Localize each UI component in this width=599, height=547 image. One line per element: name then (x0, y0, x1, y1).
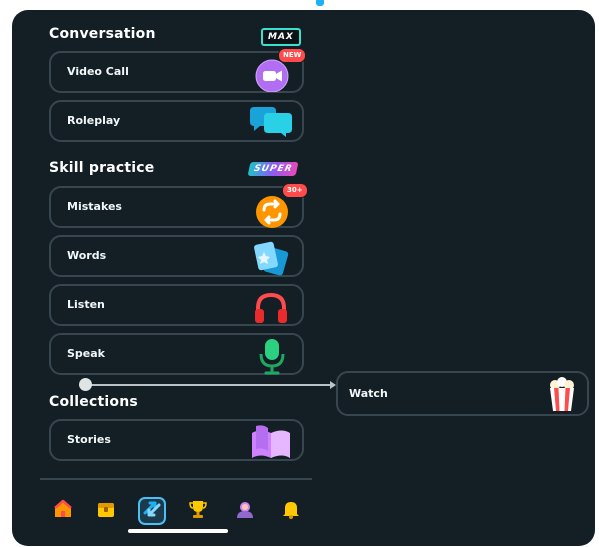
practice-hub-panel: Conversation MAX Video Call NEW Roleplay… (12, 10, 595, 546)
watch-card[interactable]: Watch (336, 371, 589, 416)
speak-card[interactable]: Speak (49, 333, 304, 375)
new-tag: NEW (278, 48, 307, 63)
chat-bubbles-icon (248, 106, 294, 142)
super-badge: SUPER (247, 162, 299, 176)
open-book-icon (248, 423, 294, 465)
trophy-icon (188, 499, 208, 523)
max-badge: MAX (261, 28, 301, 46)
connector-dot (79, 378, 92, 391)
home-icon (53, 499, 73, 523)
section-title: Conversation (49, 26, 156, 42)
stories-card[interactable]: Stories (49, 419, 304, 461)
connector-line (85, 384, 333, 386)
card-label: Watch (349, 387, 388, 400)
roleplay-card[interactable]: Roleplay (49, 100, 304, 142)
home-indicator (128, 529, 228, 533)
nav-divider (40, 478, 312, 480)
section-title: Collections (49, 394, 138, 410)
headphones-icon (252, 289, 290, 331)
collections-header: Collections (49, 390, 138, 414)
count-tag: 30+ (282, 183, 308, 198)
card-label: Listen (67, 298, 105, 311)
card-label: Roleplay (67, 114, 121, 127)
nav-notifications[interactable] (277, 497, 305, 525)
card-label: Speak (67, 347, 105, 360)
nav-chest[interactable] (92, 497, 120, 525)
popcorn-icon (545, 376, 579, 416)
section-title: Skill practice (49, 160, 155, 176)
bell-icon (281, 499, 301, 523)
mistakes-card[interactable]: Mistakes 30+ (49, 183, 308, 228)
nav-profile[interactable] (231, 497, 259, 525)
card-label: Video Call (67, 65, 129, 78)
flashcards-icon (250, 240, 292, 280)
profile-icon (235, 499, 255, 523)
nav-leaderboard[interactable] (184, 497, 212, 525)
card-label: Mistakes (67, 200, 122, 213)
card-label: Stories (67, 433, 111, 446)
top-accent-bar (316, 0, 324, 6)
words-card[interactable]: Words (49, 235, 304, 277)
nav-home[interactable] (49, 497, 77, 525)
nav-practice[interactable] (138, 497, 166, 525)
card-label: Words (67, 249, 107, 262)
video-call-card[interactable]: Video Call NEW (49, 48, 307, 93)
repeat-arrows-icon (252, 192, 292, 232)
listen-card[interactable]: Listen (49, 284, 304, 326)
practice-arrows-icon (142, 499, 162, 523)
microphone-icon (256, 336, 288, 380)
skill-practice-header: Skill practice (49, 156, 154, 180)
treasure-chest-icon (96, 499, 116, 523)
conversation-header: Conversation (49, 22, 156, 46)
